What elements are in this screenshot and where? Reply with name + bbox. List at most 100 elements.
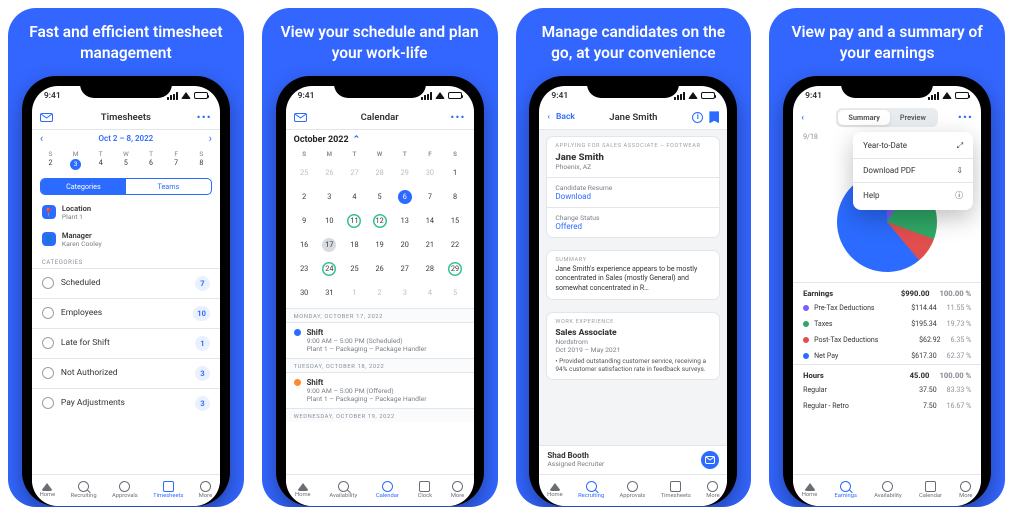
calendar-day[interactable]: 1: [342, 284, 367, 302]
calendar-day[interactable]: 22: [442, 236, 467, 254]
tab-home[interactable]: Home: [802, 483, 818, 498]
calendar-day[interactable]: 6: [392, 188, 417, 206]
category-row[interactable]: Pay Adjustments3: [32, 388, 220, 418]
nav-right[interactable]: •••: [939, 112, 973, 123]
tab-more[interactable]: More: [706, 481, 719, 499]
message-button[interactable]: [701, 451, 719, 469]
calendar-day[interactable]: 11: [342, 212, 367, 230]
calendar-day[interactable]: 25: [292, 164, 317, 182]
tab-approvals[interactable]: Approvals: [619, 481, 645, 499]
tab-home[interactable]: Home: [40, 483, 56, 498]
calendar-day[interactable]: 1: [442, 164, 467, 182]
calendar-day[interactable]: 2: [367, 284, 392, 302]
calendar-day[interactable]: 10: [317, 212, 342, 230]
calendar-day[interactable]: 29: [442, 260, 467, 278]
info-icon[interactable]: i: [692, 112, 703, 123]
date-range[interactable]: Oct 2 – 8, 2022: [99, 134, 154, 143]
calendar-day[interactable]: 27: [342, 164, 367, 182]
calendar-day[interactable]: 26: [367, 260, 392, 278]
menu-ytd[interactable]: Year-to-Date⤢: [853, 134, 973, 158]
tab-clock[interactable]: Clock: [418, 481, 432, 499]
calendar-day[interactable]: 5: [442, 284, 467, 302]
calendar-day[interactable]: 18: [342, 236, 367, 254]
category-row[interactable]: Scheduled7: [32, 268, 220, 298]
calendar-day[interactable]: 16: [292, 236, 317, 254]
tab-availability[interactable]: Availability: [329, 481, 357, 499]
calendar-day[interactable]: 30: [292, 284, 317, 302]
chevron-left-icon: ‹: [547, 112, 550, 122]
calendar-day[interactable]: 25: [342, 260, 367, 278]
segment-summary[interactable]: Summary: [838, 110, 890, 125]
status-value[interactable]: Offered: [555, 222, 711, 231]
calendar-day[interactable]: 13: [392, 212, 417, 230]
calendar-day[interactable]: 8: [442, 188, 467, 206]
resume-download-link[interactable]: Download: [555, 192, 711, 201]
tab-calendar[interactable]: Calendar: [376, 481, 399, 499]
calendar-day[interactable]: 7: [417, 188, 442, 206]
calendar-day[interactable]: 2: [292, 188, 317, 206]
status-icons: [167, 92, 208, 100]
calendar-day[interactable]: 20: [392, 236, 417, 254]
menu-download-pdf[interactable]: Download PDF⇩: [853, 158, 973, 182]
prev-week-button[interactable]: ‹: [40, 132, 43, 145]
tab-more[interactable]: More: [451, 481, 464, 499]
calendar-day[interactable]: 12: [367, 212, 392, 230]
info-manager[interactable]: 👤 Manager Karen Cooley: [32, 226, 220, 253]
info-location[interactable]: 📍 Location Plant 1: [32, 199, 220, 226]
calendar-day[interactable]: 26: [317, 164, 342, 182]
nav-left[interactable]: [40, 112, 74, 123]
calendar-day[interactable]: 19: [367, 236, 392, 254]
segment-categories[interactable]: Categories: [41, 179, 126, 194]
calendar-day[interactable]: 17: [317, 236, 342, 254]
tab-earnings[interactable]: Earnings: [834, 481, 856, 499]
calendar-day[interactable]: 28: [367, 164, 392, 182]
tab-more[interactable]: More: [959, 481, 972, 499]
segment-teams[interactable]: Teams: [126, 179, 211, 194]
calendar-day[interactable]: 5: [367, 188, 392, 206]
view-segment[interactable]: Summary Preview: [836, 108, 938, 127]
back-button[interactable]: ‹: [801, 112, 835, 123]
back-button[interactable]: ‹Back: [547, 112, 581, 122]
calendar-day[interactable]: 31: [317, 284, 342, 302]
nav-right[interactable]: •••: [432, 112, 466, 123]
category-row[interactable]: Late for Shift1: [32, 328, 220, 358]
menu-help[interactable]: Helpⓘ: [853, 182, 973, 208]
tab-timesheets[interactable]: Timesheets: [661, 481, 691, 499]
tab-home[interactable]: Home: [547, 483, 563, 498]
calendar-day[interactable]: 4: [417, 284, 442, 302]
tab-home[interactable]: Home: [295, 483, 311, 498]
bookmark-icon[interactable]: [709, 111, 719, 123]
category-row[interactable]: Employees10: [32, 298, 220, 328]
segment-preview[interactable]: Preview: [890, 110, 936, 125]
category-row[interactable]: Not Authorized3: [32, 358, 220, 388]
tab-approvals[interactable]: Approvals: [112, 481, 138, 499]
nav-right[interactable]: •••: [178, 112, 212, 123]
calendar-day[interactable]: 28: [417, 260, 442, 278]
calendar-day[interactable]: 4: [342, 188, 367, 206]
calendar-day[interactable]: 9: [292, 212, 317, 230]
tab-recruiting[interactable]: Recruiting: [71, 481, 97, 499]
tab-availability[interactable]: Availability: [874, 481, 902, 499]
tab-calendar[interactable]: Calendar: [919, 481, 942, 499]
today-cell[interactable]: 3: [63, 159, 88, 170]
earnings-line: Taxes$195.3419.73 %: [793, 316, 981, 332]
calendar-day[interactable]: 14: [417, 212, 442, 230]
month-header[interactable]: October 2022 ⌃: [286, 130, 474, 150]
view-segment[interactable]: Categories Teams: [40, 178, 212, 195]
calendar-day[interactable]: 24: [317, 260, 342, 278]
calendar-day[interactable]: 15: [442, 212, 467, 230]
tab-timesheets[interactable]: Timesheets: [153, 481, 183, 499]
tab-more[interactable]: More: [199, 481, 212, 499]
calendar-day[interactable]: 30: [417, 164, 442, 182]
calendar-day[interactable]: 27: [392, 260, 417, 278]
calendar-day[interactable]: 23: [292, 260, 317, 278]
tab-recruiting[interactable]: Recruiting: [578, 481, 604, 499]
agenda-item[interactable]: Shift9:00 AM – 5:00 PM (Offered)Plant 1 …: [286, 372, 474, 408]
next-week-button[interactable]: ›: [209, 132, 212, 145]
agenda-item[interactable]: Shift9:00 AM – 5:00 PM (Scheduled)Plant …: [286, 322, 474, 358]
calendar-day[interactable]: 21: [417, 236, 442, 254]
calendar-day[interactable]: 29: [392, 164, 417, 182]
calendar-day[interactable]: 3: [392, 284, 417, 302]
nav-left[interactable]: [294, 113, 328, 122]
calendar-day[interactable]: 3: [317, 188, 342, 206]
